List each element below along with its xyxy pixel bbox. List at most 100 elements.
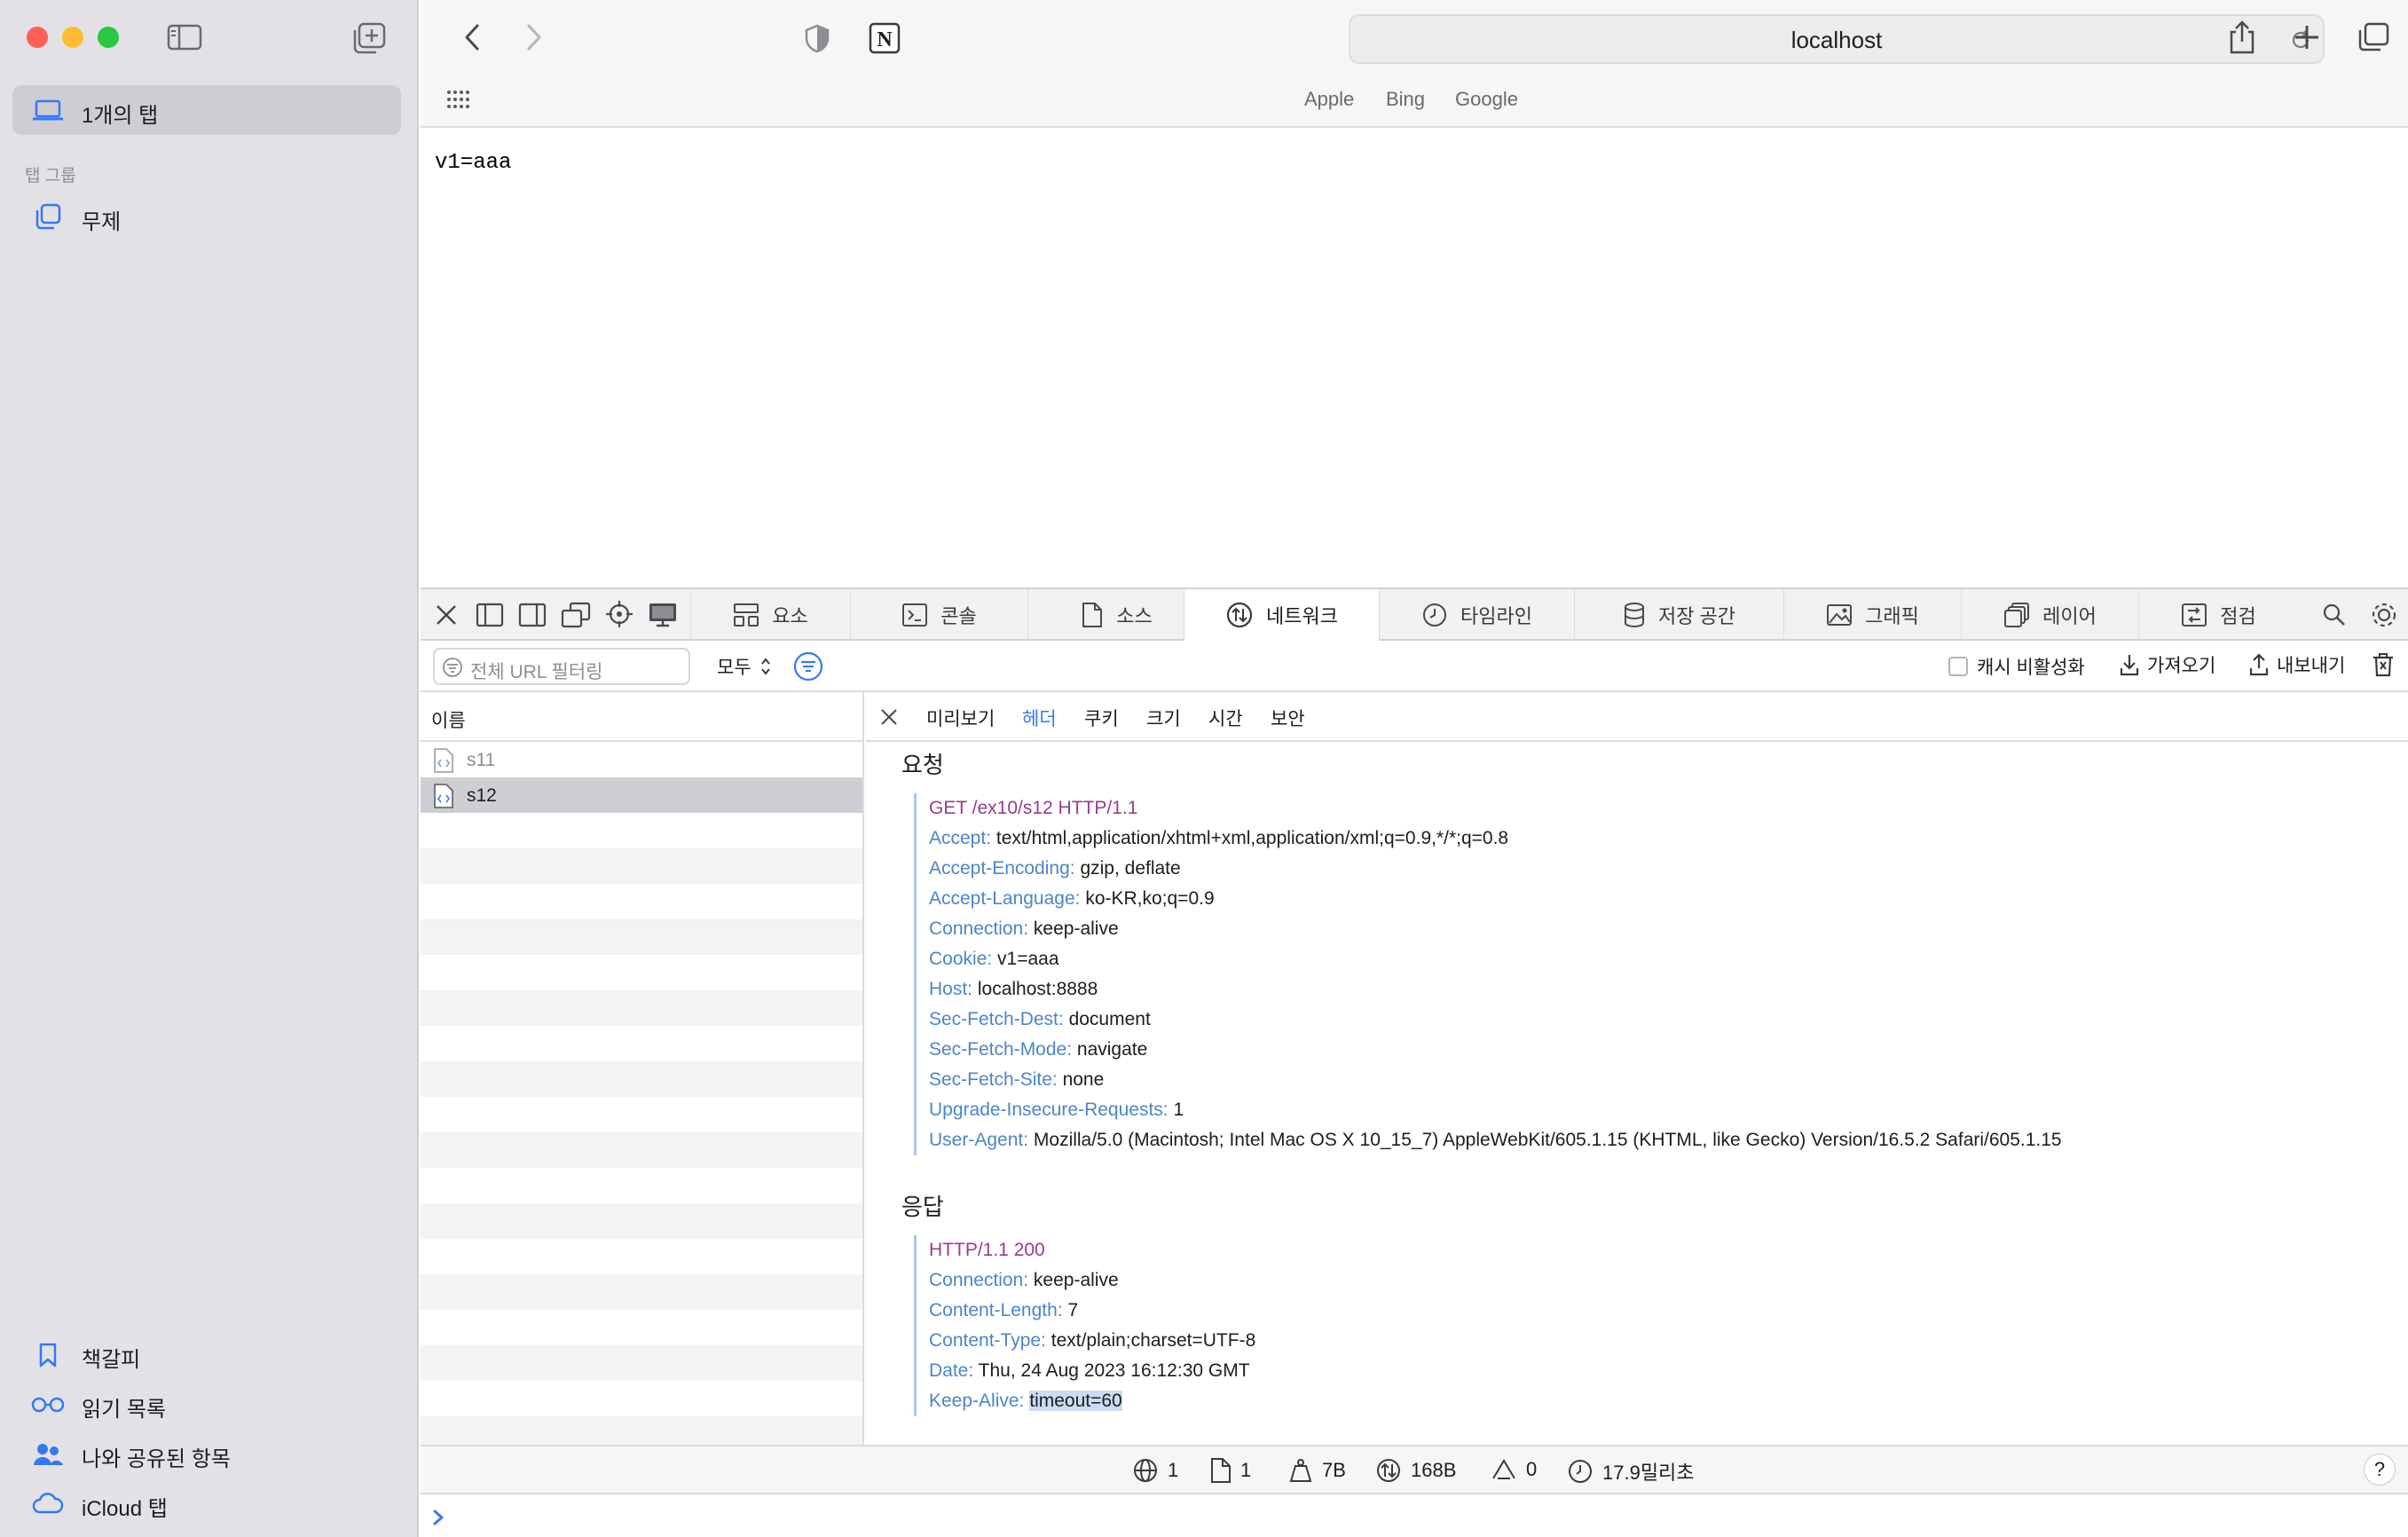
tab-graphics[interactable]: 그래픽 — [1783, 589, 1961, 641]
new-tab-plus-icon[interactable] — [2293, 23, 2321, 51]
document-code-icon — [433, 784, 454, 808]
detail-tab-cookies[interactable]: 쿠키 — [1084, 705, 1119, 731]
grouping-filter-icon[interactable] — [793, 651, 823, 682]
inspector-tab-bar: 요소 콘솔 소스 네트워크 타임라인 저장 공간 그래픽 레이어 점검 — [421, 587, 2408, 641]
sidebar-toggle-icon[interactable] — [167, 23, 202, 51]
tab-label: 소스 — [1116, 605, 1153, 627]
help-button[interactable]: ? — [2364, 1454, 2396, 1486]
close-detail-icon[interactable] — [878, 706, 900, 728]
dock-left-icon[interactable] — [476, 602, 504, 628]
import-label: 가져오기 — [2147, 656, 2216, 676]
detail-tab-timing[interactable]: 시간 — [1208, 705, 1243, 731]
tab-console[interactable]: 콘솔 — [850, 589, 1027, 641]
upload-icon — [2248, 652, 2270, 677]
tab-label: 점검 — [2220, 605, 2256, 627]
header-key: Cookie: — [929, 949, 993, 969]
close-inspector-icon[interactable] — [433, 602, 460, 628]
header-line: Connection: keep-alive — [929, 1265, 1255, 1296]
tab-timeline[interactable]: 타임라인 — [1379, 589, 1574, 641]
back-icon[interactable] — [460, 21, 486, 53]
request-headers-list: Accept: text/html,application/xhtml+xml,… — [929, 824, 2062, 1155]
request-row-s11[interactable]: s11 — [421, 742, 862, 777]
notion-extension-icon[interactable]: N — [868, 21, 901, 55]
element-picker-crosshair-icon[interactable] — [605, 600, 633, 628]
forward-icon[interactable] — [520, 21, 547, 53]
sidebar-item-label: 나와 공유된 항목 — [82, 1447, 231, 1471]
header-key: Accept-Encoding: — [929, 858, 1075, 879]
tab-sources[interactable]: 소스 — [1027, 589, 1205, 641]
detail-tab-preview[interactable]: 미리보기 — [926, 705, 995, 731]
resources-value: 1 — [1240, 1459, 1252, 1481]
tab-overview-icon[interactable] — [2357, 21, 2390, 53]
address-bar[interactable]: localhost — [1349, 14, 2325, 64]
favorite-apple[interactable]: Apple — [1304, 88, 1354, 111]
sidebar: 1개의 탭 탭 그룹 무제 책갈피 읽기 목록 나와 공유된 항목 iCloud… — [0, 0, 419, 1537]
sidebar-item-label: 무제 — [82, 210, 122, 234]
document-code-icon — [433, 748, 454, 773]
header-value: Thu, 24 Aug 2023 16:12:30 GMT — [978, 1360, 1250, 1381]
request-name: s11 — [467, 750, 496, 770]
weight-icon — [1288, 1457, 1313, 1484]
header-value: gzip, deflate — [1080, 858, 1181, 879]
new-tab-group-icon[interactable] — [351, 21, 387, 55]
search-icon[interactable] — [2321, 602, 2348, 628]
sidebar-item-icloud-tabs[interactable]: iCloud 탭 — [12, 1482, 401, 1525]
header-value: Mozilla/5.0 (Macintosh; Intel Mac OS X 1… — [1033, 1130, 2062, 1150]
favorites-grid-icon[interactable] — [445, 89, 470, 110]
detach-window-icon[interactable] — [561, 602, 591, 628]
favorite-google[interactable]: Google — [1455, 88, 1518, 111]
empty-row — [421, 1345, 862, 1381]
clear-trash-icon[interactable] — [2371, 651, 2396, 678]
tab-elements[interactable]: 요소 — [690, 589, 850, 641]
sidebar-item-bookmarks[interactable]: 책갈피 — [12, 1333, 401, 1375]
tab-layers[interactable]: 레이어 — [1961, 589, 2138, 641]
database-icon — [1623, 602, 1646, 628]
sidebar-item-shared-with-you[interactable]: 나와 공유된 항목 — [12, 1432, 401, 1475]
dock-right-icon[interactable] — [518, 602, 547, 628]
share-icon[interactable] — [2227, 20, 2257, 55]
network-filter-bar: 전체 URL 필터링 모두 캐시 비활성화 가져오기 내보내기 — [421, 641, 2408, 692]
tab-audit[interactable]: 점검 — [2138, 589, 2298, 641]
console-prompt[interactable] — [421, 1493, 2408, 1537]
zoom-window-button[interactable] — [98, 27, 119, 48]
filter-icon — [442, 657, 463, 678]
import-button[interactable]: 가져오기 — [2119, 651, 2215, 678]
url-filter-input[interactable]: 전체 URL 필터링 — [433, 648, 690, 685]
chevron-right-icon — [429, 1507, 447, 1528]
favorite-bing[interactable]: Bing — [1386, 88, 1425, 111]
sidebar-item-label: 1개의 탭 — [82, 104, 159, 128]
tab-label: 레이어 — [2042, 605, 2097, 627]
detail-tab-security[interactable]: 보안 — [1271, 705, 1305, 731]
tab-groups-header: 탭 그룹 — [25, 167, 76, 185]
header-key: Sec-Fetch-Dest: — [929, 1009, 1064, 1029]
sidebar-item-tabs[interactable]: 1개의 탭 — [12, 85, 401, 135]
header-value: keep-alive — [1033, 918, 1119, 939]
header-key: Host: — [929, 979, 973, 999]
close-window-button[interactable] — [27, 27, 48, 48]
export-button[interactable]: 내보내기 — [2248, 651, 2345, 678]
detail-tab-headers[interactable]: 헤더 — [1022, 705, 1057, 731]
request-row-s12[interactable]: s12 — [421, 777, 862, 813]
name-column-header[interactable]: 이름 — [421, 692, 864, 742]
tab-storage[interactable]: 저장 공간 — [1574, 589, 1783, 641]
header-line: Date: Thu, 24 Aug 2023 16:12:30 GMT — [929, 1356, 1255, 1386]
disable-cache-checkbox[interactable]: 캐시 비활성화 — [1948, 653, 2108, 680]
gear-icon[interactable] — [2369, 600, 2399, 630]
header-key: Connection: — [929, 918, 1029, 939]
sidebar-item-untitled-group[interactable]: 무제 — [12, 193, 401, 240]
sidebar-item-reading-list[interactable]: 읽기 목록 — [12, 1383, 401, 1425]
document-icon — [1210, 1457, 1232, 1484]
column-header-label: 이름 — [431, 711, 466, 731]
header-key: Sec-Fetch-Mode: — [929, 1039, 1073, 1060]
empty-row — [421, 848, 862, 884]
network-status-bar: 1 1 7B 168B 0 17.9밀리초 ? — [421, 1445, 2408, 1493]
tab-network[interactable]: 네트워크 — [1184, 589, 1379, 641]
header-key: Date: — [929, 1360, 974, 1381]
minimize-window-button[interactable] — [62, 27, 83, 48]
detail-tab-sizes[interactable]: 크기 — [1146, 705, 1181, 731]
bookmark-icon — [35, 1342, 60, 1368]
detail-tab-bar: 미리보기 헤더 쿠키 크기 시간 보안 — [866, 692, 2408, 742]
device-settings-icon[interactable] — [648, 602, 678, 628]
privacy-shield-icon[interactable] — [804, 23, 830, 53]
resource-type-select[interactable]: 모두 — [717, 648, 788, 685]
